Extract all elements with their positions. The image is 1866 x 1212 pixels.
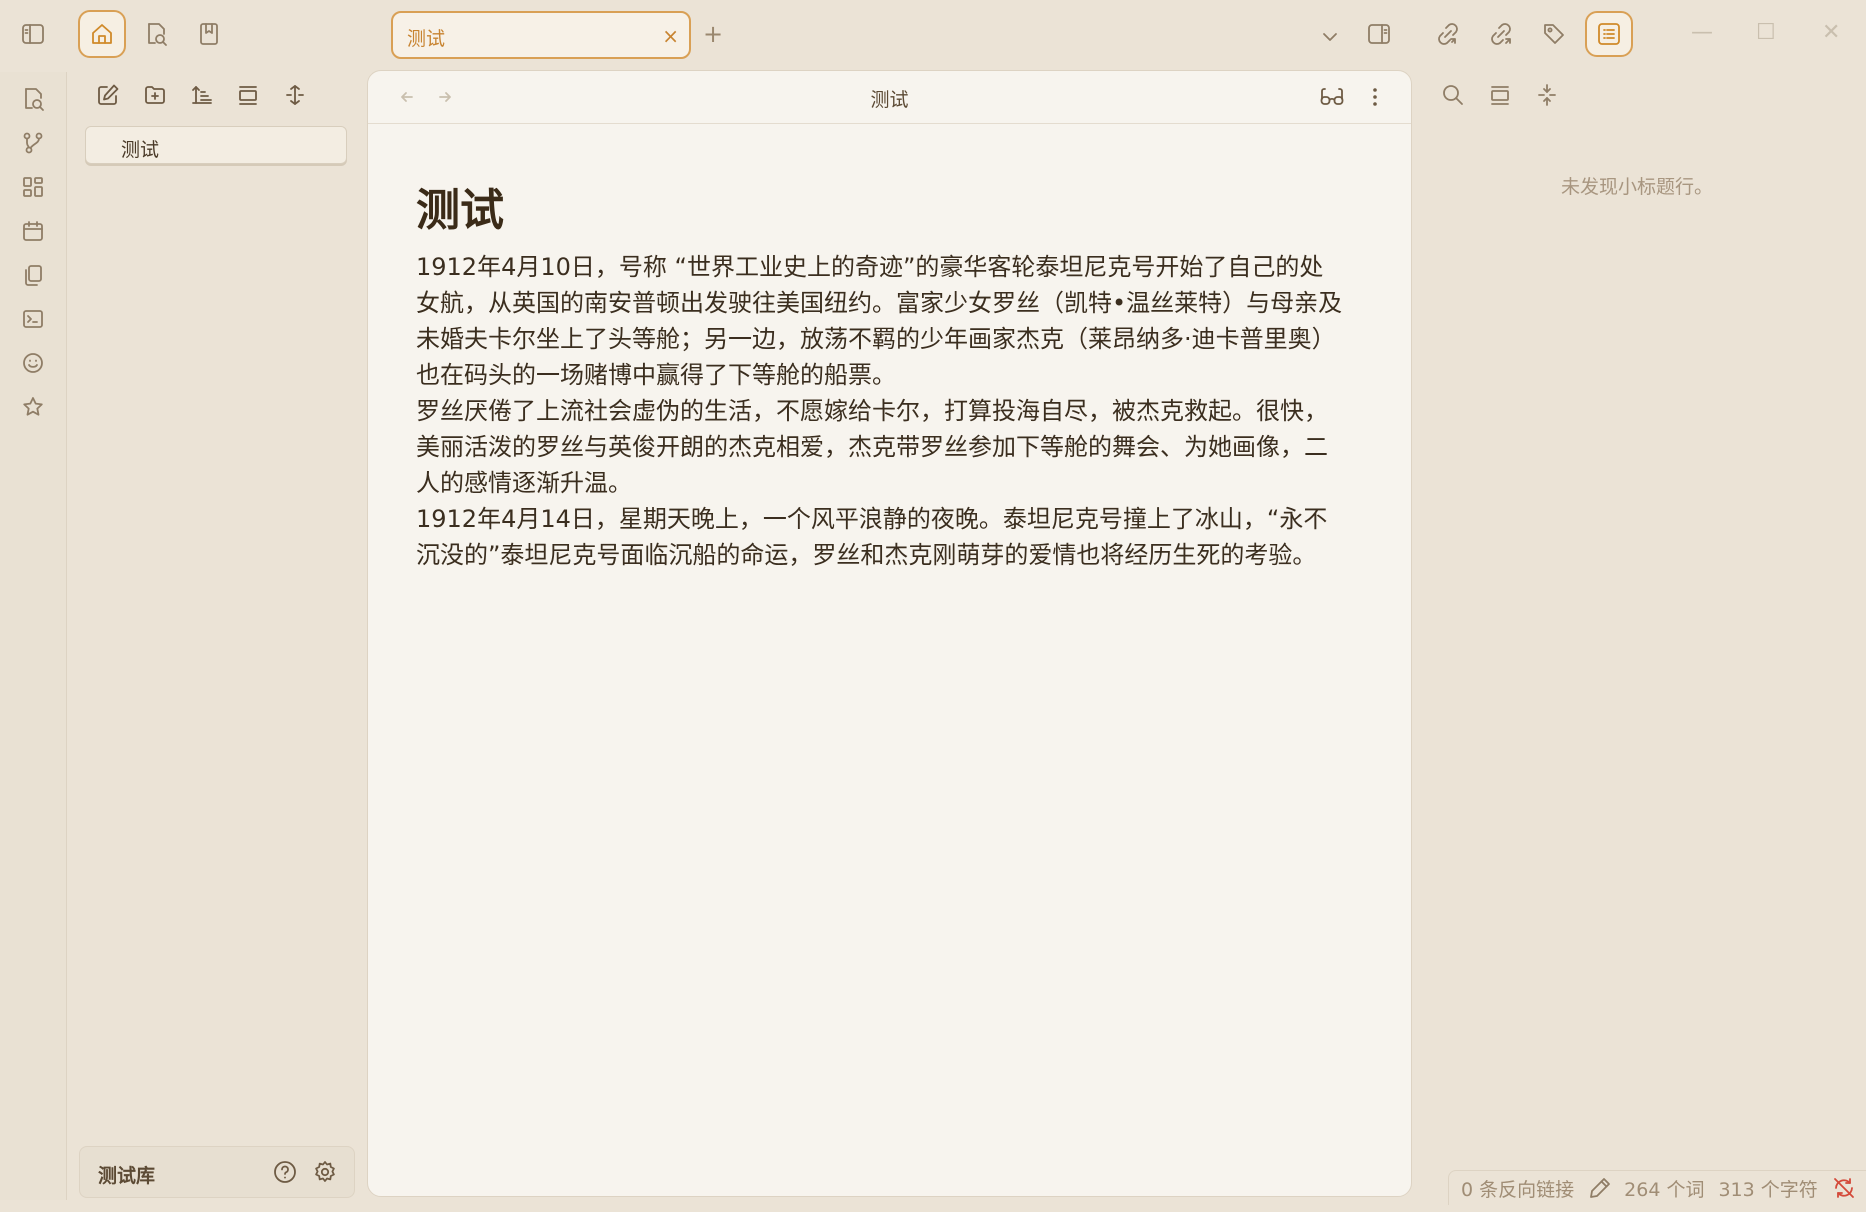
terminal-icon [23, 310, 43, 328]
outline-search-button[interactable] [1438, 80, 1468, 110]
reveal-icon [239, 86, 257, 105]
maximize-button[interactable]: ☐ [1756, 20, 1776, 45]
paragraph[interactable]: 罗丝厌倦了上流社会虚伪的生活，不愿嫁给卡尔，打算投海自尽，被杰克救起。很快，美丽… [416, 393, 1346, 501]
bookmark-icon [200, 23, 218, 45]
sidebar-toggle-icon[interactable] [18, 19, 48, 49]
status-bar: 0 条反向链接 264 个词 313 个字符 [1448, 1170, 1866, 1205]
ribbon [0, 72, 67, 1200]
editor-pane: 测试 测试 1912年4月10日，号称 “世界工业史上的奇迹”的豪华客轮泰坦尼克… [367, 70, 1412, 1197]
editor-header: 测试 [368, 71, 1411, 124]
help-circle-icon [274, 1161, 296, 1183]
daily-note-button[interactable] [20, 218, 46, 244]
empty-outline-message: 未发现小标题行。 [1561, 176, 1714, 198]
templates-button[interactable] [20, 262, 46, 288]
tags-button[interactable] [1539, 19, 1569, 49]
tab-label: 测试 [407, 28, 446, 50]
paragraph[interactable]: 1912年4月14日，星期天晚上，一个风平浪静的夜晚。泰坦尼克号撞上了冰山，“永… [416, 501, 1346, 573]
command-palette-button[interactable] [20, 306, 46, 332]
tab-list-dropdown[interactable] [1315, 21, 1345, 51]
close-window-button[interactable]: ✕ [1822, 20, 1840, 45]
file-item[interactable]: 测试 [85, 126, 347, 164]
smiley-icon [23, 353, 43, 373]
editor-title[interactable]: 测试 [368, 85, 1411, 112]
canvas-button[interactable] [20, 174, 46, 200]
chevron-down-icon [1323, 33, 1337, 41]
outgoing-links-button[interactable] [1486, 19, 1516, 49]
outline-view-button[interactable] [1585, 11, 1633, 57]
file-label: 测试 [121, 139, 160, 161]
auto-reveal-button[interactable] [233, 80, 263, 110]
calendar-icon [23, 221, 43, 241]
search-icon [1443, 85, 1463, 105]
copy-icon [25, 265, 42, 286]
link-in-icon [1438, 23, 1458, 45]
quick-switcher-button[interactable] [20, 86, 46, 112]
files-view-button[interactable] [78, 10, 126, 58]
vault-switcher[interactable]: 测试库 [79, 1146, 355, 1198]
collapse-vertical-icon [1538, 84, 1556, 106]
link-out-icon [1491, 23, 1511, 45]
bookmarks-view-button[interactable] [194, 19, 224, 49]
sort-button[interactable] [187, 80, 217, 110]
reading-mode-button[interactable] [1317, 82, 1347, 112]
backlinks-button[interactable] [1433, 19, 1463, 49]
word-count: 264 个词 [1624, 1178, 1705, 1201]
sync-error-icon[interactable] [1832, 1176, 1856, 1200]
collapse-all-button[interactable] [280, 80, 310, 110]
outline-pane: 未发现小标题行。 0 条反向链接 264 个词 313 个字符 [1413, 72, 1866, 1205]
tab-test[interactable]: 测试 × [391, 11, 691, 59]
file-explorer: 测试 测试库 [67, 72, 365, 1200]
document-heading[interactable]: 测试 [416, 174, 504, 238]
search-file-icon [148, 23, 167, 46]
graph-icon [23, 132, 43, 154]
document-body[interactable]: 1912年4月10日，号称 “世界工业史上的奇迹”的豪华客轮泰坦尼克号开始了自己… [416, 249, 1346, 573]
glasses-icon [1320, 88, 1344, 105]
outline-reveal-button[interactable] [1485, 80, 1515, 110]
folder-plus-icon [145, 86, 165, 104]
expand-vertical-icon [286, 85, 304, 105]
edit-mode-icon[interactable] [1588, 1176, 1612, 1200]
minimize-button[interactable]: — [1691, 20, 1713, 45]
layout-dashboard-icon [23, 177, 43, 197]
star-icon [23, 397, 43, 416]
edit-icon [98, 84, 119, 105]
outline-collapse-button[interactable] [1532, 80, 1562, 110]
starred-button[interactable] [20, 394, 46, 420]
new-tab-button[interactable]: + [703, 22, 723, 46]
gear-icon [315, 1161, 335, 1182]
sidebar-right-icon [1368, 24, 1390, 44]
tag-icon [1544, 24, 1564, 44]
sort-icon [192, 86, 212, 104]
list-icon [1598, 23, 1620, 45]
reveal-icon [1491, 86, 1509, 105]
more-vertical-icon [1373, 88, 1377, 106]
settings-button[interactable] [310, 1157, 340, 1187]
more-options-button[interactable] [1360, 82, 1390, 112]
help-button[interactable] [270, 1157, 300, 1187]
home-icon [92, 24, 112, 44]
tab-close-icon[interactable]: × [662, 24, 679, 48]
right-sidebar-toggle[interactable] [1364, 19, 1394, 49]
emoji-button[interactable] [20, 350, 46, 376]
graph-view-button[interactable] [20, 130, 46, 156]
search-view-button[interactable] [141, 19, 171, 49]
backlink-count[interactable]: 0 条反向链接 [1461, 1175, 1574, 1202]
new-note-button[interactable] [93, 80, 123, 110]
new-folder-button[interactable] [140, 80, 170, 110]
char-count: 313 个字符 [1718, 1178, 1818, 1201]
file-search-icon [25, 88, 44, 111]
vault-name: 测试库 [98, 1165, 156, 1187]
paragraph[interactable]: 1912年4月10日，号称 “世界工业史上的奇迹”的豪华客轮泰坦尼克号开始了自己… [416, 249, 1346, 393]
